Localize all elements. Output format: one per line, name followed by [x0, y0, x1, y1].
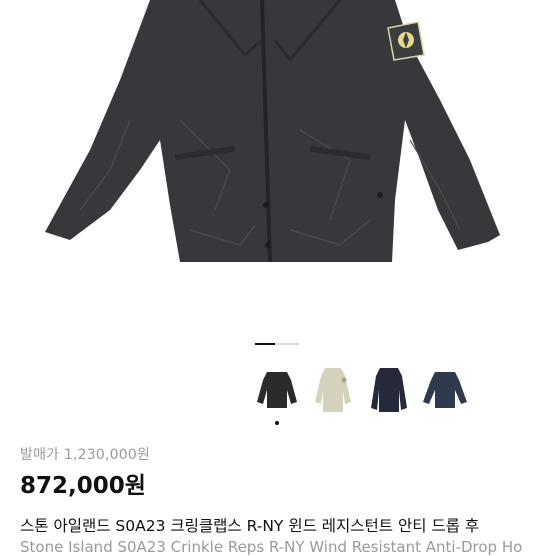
image-slider-indicator	[255, 343, 299, 345]
product-title-korean: 스톤 아일랜드 S0A23 크링클랩스 R-NY 윈드 레지스턴트 안티 드롭 …	[20, 517, 480, 535]
jacket-thumbnail-icon	[371, 368, 407, 412]
compass-badge-icon	[387, 21, 425, 61]
original-price: 발매가 1,230,000원	[20, 447, 151, 463]
thumb-navy[interactable]	[364, 362, 414, 418]
thumb-black[interactable]	[252, 362, 302, 418]
jacket-thumbnail-icon	[315, 368, 351, 412]
product-title-english: Stone Island S0A23 Crinkle Reps R-NY Win…	[20, 538, 523, 556]
product-main-image[interactable]	[0, 0, 554, 330]
thumb-beige[interactable]	[308, 362, 358, 418]
thumbnail-strip	[252, 362, 470, 418]
selected-thumbnail-dot	[275, 421, 279, 425]
jacket-image	[45, 0, 500, 263]
jacket-thumbnail-icon	[423, 372, 467, 408]
thumb-navy-blue[interactable]	[420, 362, 470, 418]
slider-active-segment	[255, 343, 275, 345]
jacket-thumbnail-icon	[257, 372, 297, 408]
sale-price: 872,000원	[20, 473, 146, 499]
